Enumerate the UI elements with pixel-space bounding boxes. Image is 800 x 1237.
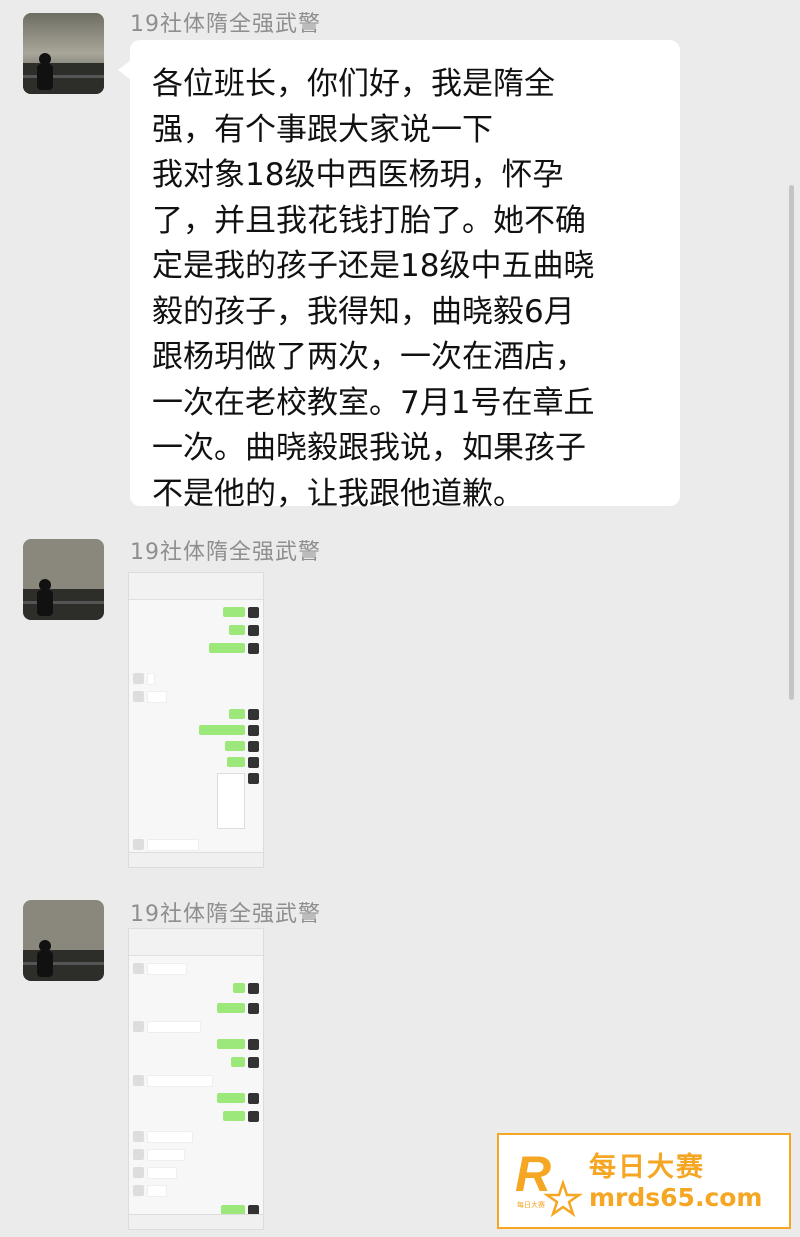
message-line: 一次在老校教室。7月1号在章丘: [152, 384, 595, 421]
sender-avatar[interactable]: [23, 13, 104, 94]
message-line: 强，有个事跟大家说一下: [152, 111, 493, 148]
message-line: 我对象18级中西医杨玥，怀孕: [152, 157, 564, 193]
chat-header: [129, 939, 263, 956]
logo-letter: R: [515, 1146, 551, 1202]
sender-name: 19社体隋全强武警: [130, 540, 321, 565]
phone-status-bar: [129, 573, 263, 583]
chat-screenshot-image[interactable]: [128, 928, 264, 1230]
message-bubble[interactable]: 各位班长，你们好，我是隋全 强，有个事跟大家说一下 我对象18级中西医杨玥，怀孕…: [130, 40, 680, 512]
sender-name: 19社体隋全强武警: [130, 902, 321, 927]
watermark-name: 每日大赛: [589, 1152, 705, 1183]
chat-input-bar: [129, 852, 263, 867]
message-line: 一次。曲晓毅跟我说，如果孩子: [152, 430, 586, 466]
chat-input-bar: [129, 1214, 263, 1229]
message-line: 了，并且我花钱打胎了。她不确: [152, 202, 586, 239]
message-line: 跟杨玥做了两次，一次在酒店，: [152, 339, 586, 375]
sender-avatar[interactable]: [23, 900, 104, 981]
scrollbar[interactable]: [789, 185, 794, 700]
watermark-url: mrds65.com: [589, 1183, 763, 1212]
phone-status-bar: [129, 929, 263, 939]
watermark-banner: R 每日大赛 每日大赛 mrds65.com: [497, 1133, 791, 1229]
message-line: 定是我的孩子还是18级中五曲晓: [152, 248, 595, 284]
sender-avatar[interactable]: [23, 539, 104, 620]
message-line: 不是他的，让我跟他道歉。: [152, 475, 524, 512]
message-line: 各位班长，你们好，我是隋全: [152, 66, 555, 102]
chat-header: [129, 583, 263, 600]
message-line: 毅的孩子，我得知，曲晓毅6月: [152, 293, 575, 330]
sender-name: 19社体隋全强武警: [130, 12, 321, 37]
chat-screenshot-image[interactable]: [128, 572, 264, 868]
watermark-logo-icon: R 每日大赛: [513, 1145, 583, 1218]
logo-subtext: 每日大赛: [517, 1200, 545, 1209]
